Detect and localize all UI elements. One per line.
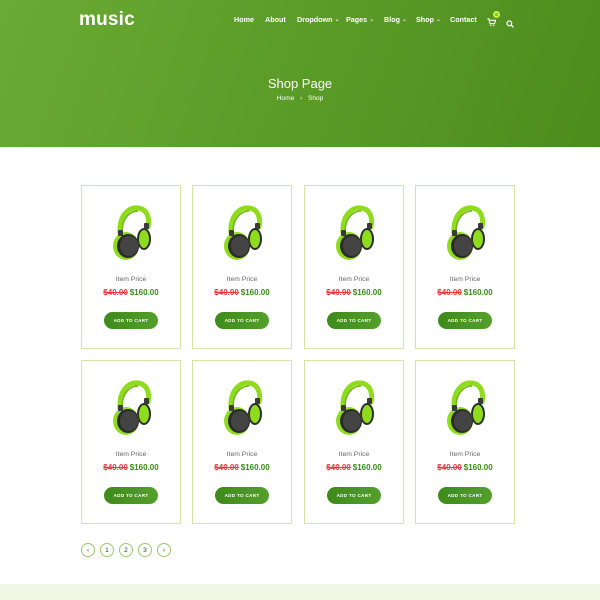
breadcrumb-home[interactable]: Home (277, 95, 295, 102)
cart-icon (487, 18, 497, 27)
product-price: $40.00 $160.00 (305, 463, 403, 472)
add-to-cart-button[interactable]: ADD TO CART (215, 312, 269, 329)
product-card: Item Price $40.00 $160.00 ADD TO CART (304, 360, 404, 524)
old-price: $40.00 (103, 288, 128, 297)
product-name: Item Price (449, 451, 481, 458)
new-price: $160.00 (129, 463, 159, 472)
product-image[interactable] (220, 378, 266, 438)
cart-count-badge: 0 (493, 11, 500, 18)
product-price: $40.00 $160.00 (82, 463, 180, 472)
chevron-down-icon: ⌄ (334, 16, 340, 23)
pagination-next-button[interactable]: › (157, 543, 171, 557)
product-image[interactable] (332, 203, 378, 263)
old-price: $40.00 (437, 288, 462, 297)
product-card: Item Price $40.00 $160.00 ADD TO CART (415, 360, 515, 524)
new-price: $160.00 (463, 463, 493, 472)
breadcrumb-current: Shop (307, 95, 324, 102)
nav-item-label: Contact (450, 15, 477, 24)
chevron-down-icon: ⌄ (435, 16, 441, 23)
product-name: Item Price (338, 276, 370, 283)
product-image[interactable] (109, 203, 155, 263)
nav-item-label: Shop (416, 15, 434, 24)
nav-item-label: Home (234, 15, 254, 24)
breadcrumb: Home › Shop (0, 95, 600, 102)
product-image[interactable] (443, 378, 489, 438)
old-price: $40.00 (326, 288, 351, 297)
product-price: $40.00 $160.00 (305, 288, 403, 297)
nav-item-about[interactable]: About (265, 15, 286, 24)
product-card: Item Price $40.00 $160.00 ADD TO CART (192, 185, 292, 349)
product-name: Item Price (226, 451, 258, 458)
product-price: $40.00 $160.00 (193, 288, 291, 297)
new-price: $160.00 (352, 288, 382, 297)
old-price: $40.00 (326, 463, 351, 472)
add-to-cart-button[interactable]: ADD TO CART (327, 312, 381, 329)
breadcrumb-separator: › (300, 96, 303, 102)
hero-banner: music Home About Dropdown ⌄ Pages ⌄ Blog… (0, 0, 600, 147)
old-price: $40.00 (437, 463, 462, 472)
add-to-cart-button[interactable]: ADD TO CART (438, 312, 492, 329)
product-card: Item Price $40.00 $160.00 ADD TO CART (415, 185, 515, 349)
add-to-cart-button[interactable]: ADD TO CART (215, 487, 269, 504)
add-to-cart-button[interactable]: ADD TO CART (327, 487, 381, 504)
product-name: Item Price (115, 276, 147, 283)
new-price: $160.00 (463, 288, 493, 297)
pagination-page-1[interactable]: 1 (100, 543, 114, 557)
product-image[interactable] (332, 378, 378, 438)
new-price: $160.00 (240, 288, 270, 297)
pagination-page-2[interactable]: 2 (119, 543, 133, 557)
chevron-right-icon: › (162, 546, 166, 554)
old-price: $40.00 (214, 463, 239, 472)
nav-item-blog[interactable]: Blog ⌄ (384, 15, 407, 24)
product-price: $40.00 $160.00 (416, 288, 514, 297)
chevron-left-icon: ‹ (86, 546, 90, 554)
pagination-prev-button[interactable]: ‹ (81, 543, 95, 557)
cart-button[interactable]: 0 (487, 11, 500, 27)
old-price: $40.00 (214, 288, 239, 297)
product-card: Item Price $40.00 $160.00 ADD TO CART (192, 360, 292, 524)
product-name: Item Price (449, 276, 481, 283)
add-to-cart-button[interactable]: ADD TO CART (104, 312, 158, 329)
nav-item-label: Blog (384, 15, 400, 24)
product-price: $40.00 $160.00 (82, 288, 180, 297)
product-image[interactable] (443, 203, 489, 263)
nav-item-label: Pages (346, 15, 368, 24)
product-card: Item Price $40.00 $160.00 ADD TO CART (81, 360, 181, 524)
chevron-down-icon: ⌄ (369, 16, 375, 23)
product-name: Item Price (115, 451, 147, 458)
product-image[interactable] (109, 378, 155, 438)
new-price: $160.00 (129, 288, 159, 297)
footer-strip (0, 584, 600, 600)
pagination-page-3[interactable]: 3 (138, 543, 152, 557)
nav-item-label: Dropdown (297, 15, 333, 24)
product-price: $40.00 $160.00 (416, 463, 514, 472)
new-price: $160.00 (240, 463, 270, 472)
add-to-cart-button[interactable]: ADD TO CART (104, 487, 158, 504)
page-title: Shop Page (267, 76, 333, 91)
nav-item-label: About (265, 15, 286, 24)
nav-item-dropdown[interactable]: Dropdown ⌄ (297, 15, 340, 24)
product-card: Item Price $40.00 $160.00 ADD TO CART (81, 185, 181, 349)
product-image[interactable] (220, 203, 266, 263)
nav-item-shop[interactable]: Shop ⌄ (416, 15, 441, 24)
search-button[interactable] (506, 15, 514, 28)
add-to-cart-button[interactable]: ADD TO CART (438, 487, 492, 504)
product-card: Item Price $40.00 $160.00 ADD TO CART (304, 185, 404, 349)
product-name: Item Price (226, 276, 258, 283)
old-price: $40.00 (103, 463, 128, 472)
nav-item-home[interactable]: Home (234, 15, 254, 24)
nav-item-pages[interactable]: Pages ⌄ (346, 15, 374, 24)
chevron-down-icon: ⌄ (401, 16, 407, 23)
search-icon (506, 20, 514, 28)
product-name: Item Price (338, 451, 370, 458)
new-price: $160.00 (352, 463, 382, 472)
nav-item-contact[interactable]: Contact (450, 15, 477, 24)
product-price: $40.00 $160.00 (193, 463, 291, 472)
